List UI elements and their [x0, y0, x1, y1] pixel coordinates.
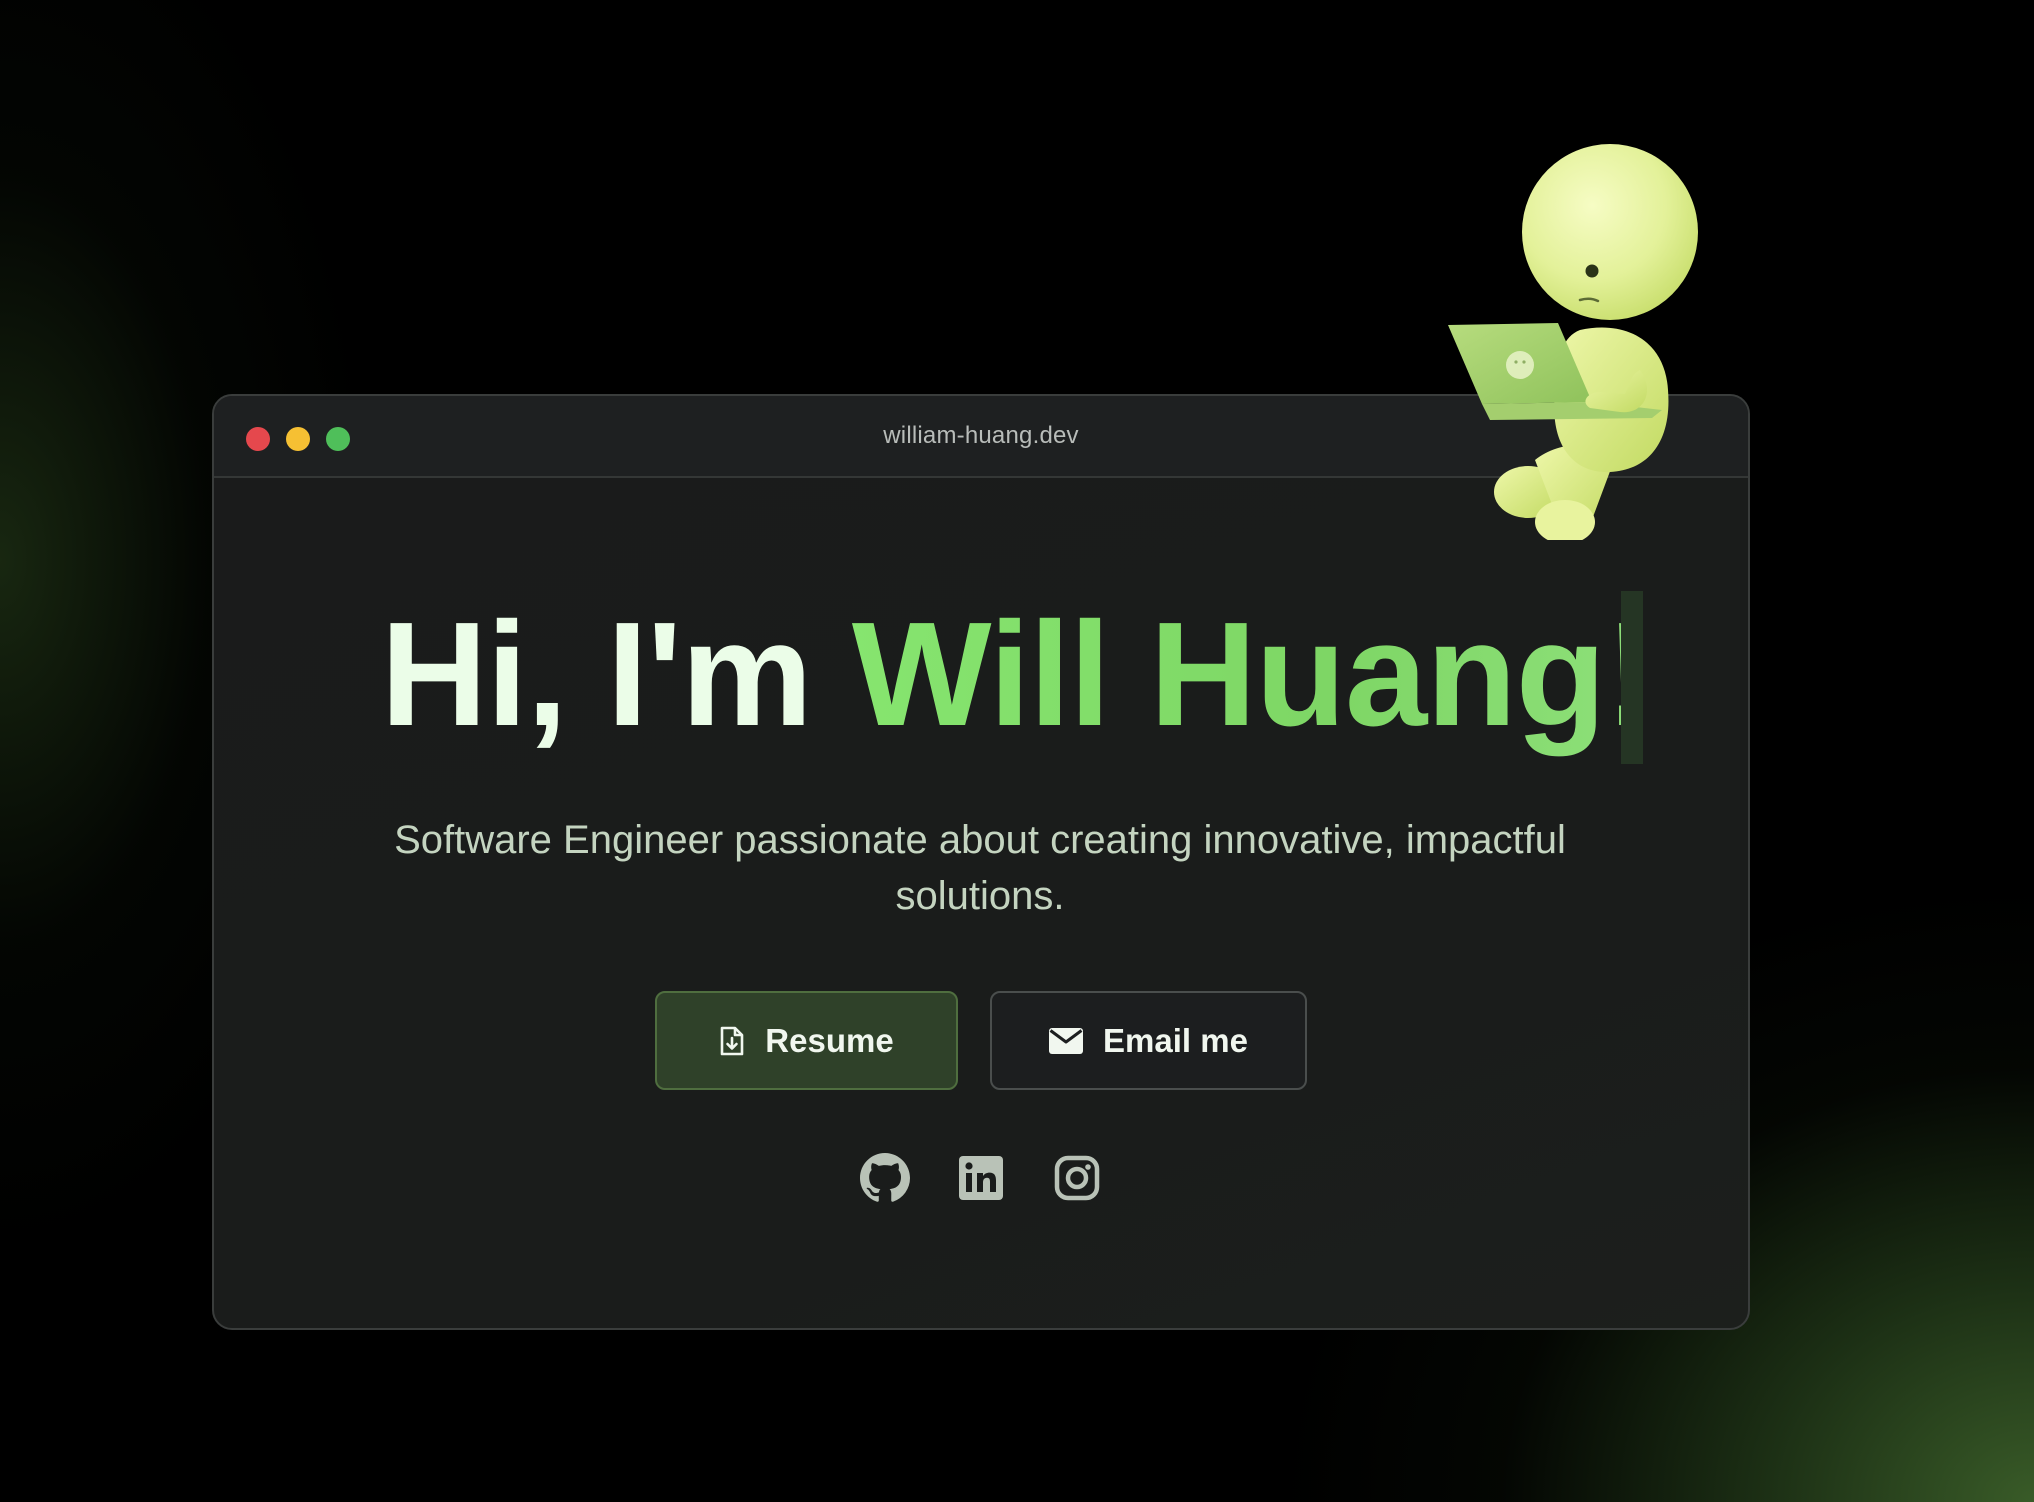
typing-cursor: [1621, 591, 1643, 764]
resume-button-label: Resume: [765, 1021, 894, 1059]
instagram-link[interactable]: [1052, 1153, 1102, 1203]
github-icon: [860, 1153, 910, 1202]
hero-subtitle: Software Engineer passionate about creat…: [394, 818, 1566, 918]
hero-heading: Hi, I'm Will Huang!: [0, 590, 2034, 760]
linkedin-link[interactable]: [956, 1153, 1006, 1203]
resume-button[interactable]: Resume: [655, 991, 958, 1090]
linkedin-icon: [959, 1156, 1003, 1200]
github-link[interactable]: [860, 1153, 910, 1203]
envelope-icon: [1049, 1027, 1084, 1054]
mascot-illustration: [1448, 144, 1698, 540]
file-download-icon: [719, 1026, 745, 1056]
email-button-label: Email me: [1103, 1021, 1248, 1059]
hero-name: Will Huang!: [851, 592, 1655, 757]
email-button[interactable]: Email me: [990, 991, 1307, 1090]
instagram-icon: [1054, 1155, 1100, 1201]
hero-greeting: Hi, I'm: [380, 592, 852, 757]
